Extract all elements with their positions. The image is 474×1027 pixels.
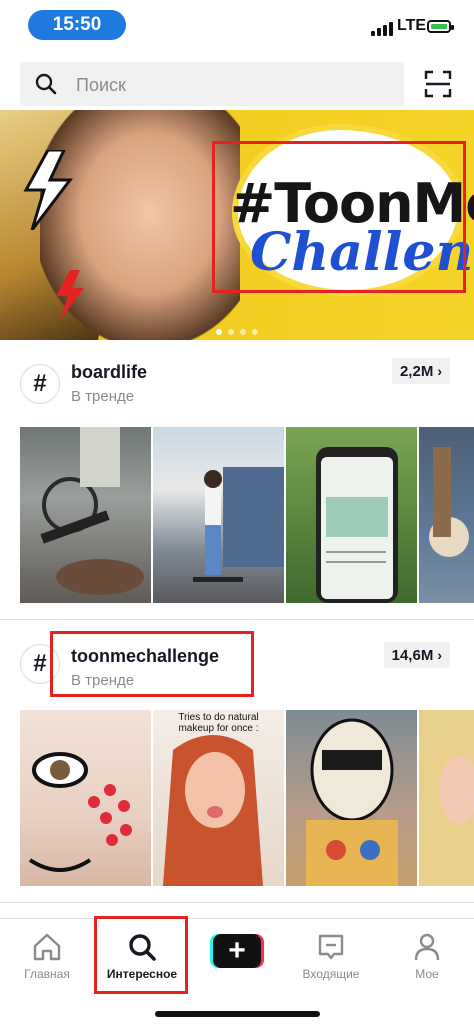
scan-icon[interactable] [424, 70, 452, 98]
lightning-icon [23, 150, 74, 230]
inbox-icon [318, 934, 344, 960]
video-thumbnail[interactable] [286, 710, 417, 886]
nav-profile[interactable]: Мое [380, 931, 474, 981]
view-count: 14,6M [391, 647, 434, 664]
thumbnail-caption: Tries to do natural makeup for once : [178, 712, 259, 734]
video-thumbnail[interactable] [286, 427, 417, 603]
nav-label: Мое [415, 967, 439, 981]
highlight-box [212, 141, 466, 293]
network-label: LTE [397, 17, 427, 34]
carousel-dot [252, 329, 258, 335]
search-bar[interactable] [20, 62, 404, 108]
section-divider [0, 619, 474, 620]
lightning-red-icon [56, 270, 84, 320]
video-thumbnail[interactable]: Tries to do natural makeup for once : [153, 710, 284, 886]
carousel-dot [228, 329, 234, 335]
hashtag-icon: # [20, 364, 60, 404]
chevron-right-icon: › [437, 363, 442, 379]
nav-home[interactable]: Главная [0, 931, 94, 981]
thumbnail-row: Tries to do natural makeup for once : [20, 710, 474, 886]
highlight-box [94, 916, 188, 994]
hashtag-status: В тренде [71, 388, 135, 405]
battery-icon [427, 20, 454, 33]
video-thumbnail[interactable] [153, 427, 284, 603]
video-thumbnail[interactable] [419, 427, 474, 603]
highlight-box [50, 631, 254, 697]
status-bar: 15:50 LTE [0, 0, 474, 50]
nav-label: Главная [24, 967, 70, 981]
section-divider [0, 902, 474, 903]
plus-icon: + [213, 934, 261, 968]
video-thumbnail[interactable] [20, 427, 151, 603]
nav-label: Входящие [302, 967, 360, 981]
video-thumbnail[interactable] [20, 710, 151, 886]
promo-banner[interactable]: #ToonMe Challenge [0, 110, 474, 340]
home-indicator [155, 1011, 320, 1017]
view-count: 2,2M [399, 363, 434, 380]
chevron-right-icon: › [437, 647, 442, 663]
status-time: 15:50 [28, 10, 126, 40]
carousel-dot [240, 329, 246, 335]
thumbnail-row [20, 427, 474, 603]
hashtag-title[interactable]: boardlife [71, 362, 147, 383]
nav-inbox[interactable]: Входящие [284, 931, 378, 981]
carousel-dot [216, 329, 222, 335]
search-input[interactable] [74, 62, 398, 108]
home-icon [33, 933, 61, 961]
create-button[interactable]: + [210, 934, 264, 968]
profile-icon [414, 933, 440, 961]
search-icon [35, 73, 57, 95]
carousel-dots [216, 322, 264, 340]
view-count-button[interactable]: 14,6M › [383, 642, 450, 668]
signal-icon [371, 22, 393, 36]
view-count-button[interactable]: 2,2M › [391, 358, 450, 384]
video-thumbnail[interactable] [419, 710, 474, 886]
